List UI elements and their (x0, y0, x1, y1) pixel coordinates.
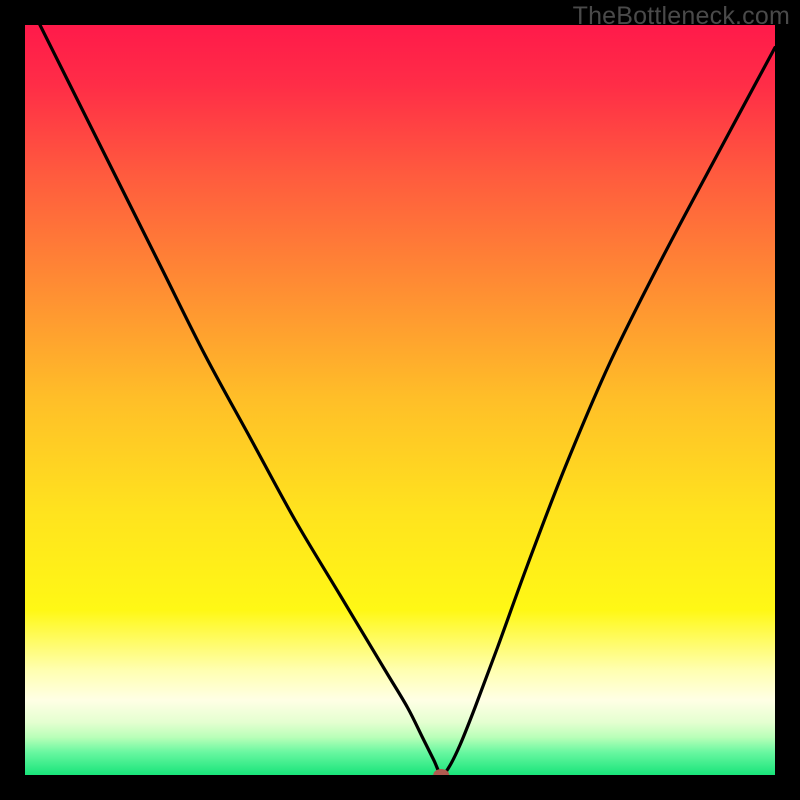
watermark-text: TheBottleneck.com (573, 2, 790, 31)
bottleneck-chart (25, 25, 775, 775)
gradient-background (25, 25, 775, 775)
chart-frame: TheBottleneck.com (0, 0, 800, 800)
plot-area (25, 25, 775, 775)
